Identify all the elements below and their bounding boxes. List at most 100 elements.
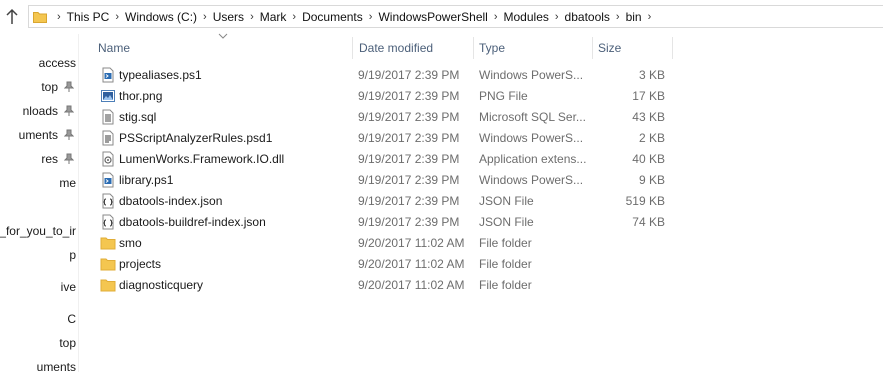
file-row[interactable]: projects 9/20/2017 11:02 AM File folder [96, 254, 676, 275]
nav-item-label: me [59, 176, 76, 190]
nav-item[interactable]: uments [0, 357, 78, 372]
file-size: 9 KB [638, 173, 665, 187]
file-name: projects [119, 257, 162, 271]
column-header-size[interactable]: Size [598, 36, 621, 60]
file-row[interactable]: PSScriptAnalyzerRules.psd1 9/19/2017 2:39… [96, 128, 676, 149]
nav-item[interactable]: uments [0, 125, 60, 145]
file-date-modified: 9/19/2017 2:39 PM [358, 131, 460, 145]
nav-item[interactable]: ive [0, 277, 78, 297]
nav-item[interactable]: top [0, 77, 60, 97]
file-size: 3 KB [638, 68, 665, 82]
breadcrumb-item[interactable]: Modules [504, 10, 549, 24]
file-date-modified: 9/19/2017 2:39 PM [358, 68, 460, 82]
file-date-modified: 9/19/2017 2:39 PM [358, 152, 460, 166]
nav-item-label: nloads [22, 104, 58, 118]
breadcrumb-chevron-icon[interactable]: › [115, 11, 119, 23]
pin-icon[interactable] [64, 81, 74, 93]
file-type: Windows PowerS... [479, 173, 584, 187]
breadcrumb-item[interactable]: Documents [302, 10, 363, 24]
breadcrumb-chevron-icon[interactable]: › [369, 11, 373, 23]
file-name: dbatools-buildref-index.json [119, 215, 266, 229]
breadcrumb-chevron-icon[interactable]: › [250, 11, 254, 23]
nav-item[interactable]: access [0, 53, 78, 73]
sql-file-icon [100, 109, 116, 125]
file-name: diagnosticquery [119, 278, 204, 292]
breadcrumb-chevron-icon[interactable]: › [292, 11, 296, 23]
file-name: typealiases.ps1 [119, 68, 202, 82]
file-type: JSON File [479, 215, 534, 229]
nav-item-label: C [67, 312, 76, 326]
breadcrumb-item[interactable]: WindowsPowerShell [378, 10, 487, 24]
folder-icon [100, 256, 116, 272]
nav-item[interactable]: C [0, 309, 78, 329]
breadcrumb-item[interactable]: Windows (C:) [125, 10, 197, 24]
breadcrumb: › This PC › Windows (C:) › Users › Mark › Documen… [51, 6, 657, 27]
navigation-pane: access top nloads uments res me s_for_you_to_i… [0, 34, 78, 372]
breadcrumb-item[interactable]: Users [213, 10, 244, 24]
file-size: 40 KB [632, 152, 665, 166]
pin-icon[interactable] [64, 105, 74, 117]
sort-chevron-icon [218, 33, 228, 39]
column-header-date[interactable]: Date modified [359, 36, 433, 60]
nav-item-label: access [38, 56, 76, 70]
column-header-type[interactable]: Type [479, 36, 505, 60]
file-row[interactable]: library.ps1 9/19/2017 2:39 PM Windows Powe… [96, 170, 676, 191]
breadcrumb-item[interactable]: dbatools [565, 10, 610, 24]
file-date-modified: 9/20/2017 11:02 AM [358, 257, 465, 271]
nav-item[interactable]: nloads [0, 101, 60, 121]
file-row[interactable]: dbatools-index.json 9/19/2017 2:39 PM JSON… [96, 191, 676, 212]
column-separator[interactable] [352, 37, 353, 59]
file-row[interactable]: smo 9/20/2017 11:02 AM File folder [96, 233, 676, 254]
file-size: 43 KB [632, 110, 665, 124]
file-date-modified: 9/19/2017 2:39 PM [358, 173, 460, 187]
pin-icon[interactable] [64, 129, 74, 141]
nav-pane-divider[interactable] [78, 34, 79, 372]
breadcrumb-chevron-icon[interactable]: › [57, 11, 61, 23]
breadcrumb-chevron-icon[interactable]: › [616, 11, 620, 23]
nav-item-label: s_for_you_to_ir [0, 224, 76, 238]
nav-item-label: uments [18, 128, 58, 142]
nav-item-label: top [41, 80, 58, 94]
file-row[interactable]: thor.png 9/19/2017 2:39 PM PNG File 17 KB [96, 86, 676, 107]
file-row[interactable]: stig.sql 9/19/2017 2:39 PM Microsoft SQL S… [96, 107, 676, 128]
file-name: library.ps1 [119, 173, 174, 187]
powershell-script-icon [100, 172, 116, 188]
column-separator[interactable] [672, 37, 673, 59]
file-row[interactable]: diagnosticquery 9/20/2017 11:02 AM File fo… [96, 275, 676, 296]
file-date-modified: 9/19/2017 2:39 PM [358, 194, 460, 208]
nav-item-label: top [59, 336, 76, 350]
file-type: Windows PowerS... [479, 131, 584, 145]
file-name: thor.png [119, 89, 163, 103]
image-file-icon [100, 88, 116, 104]
breadcrumb-chevron-icon[interactable]: › [648, 11, 652, 23]
file-type: File folder [479, 257, 532, 271]
breadcrumb-item[interactable]: bin [626, 10, 642, 24]
column-separator[interactable] [473, 37, 474, 59]
nav-item[interactable]: s_for_you_to_ir [0, 221, 78, 241]
file-type: JSON File [479, 194, 534, 208]
file-row[interactable]: typealiases.ps1 9/19/2017 2:39 PM Windows … [96, 65, 676, 86]
nav-item[interactable]: top [0, 333, 78, 353]
nav-item-label: ive [60, 280, 76, 294]
powershell-data-icon [100, 130, 116, 146]
breadcrumb-chevron-icon[interactable]: › [494, 11, 498, 23]
nav-item[interactable]: me [0, 173, 78, 193]
pin-icon[interactable] [64, 153, 74, 165]
address-bar: › This PC › Windows (C:) › Users › Mark › Documen… [0, 0, 883, 34]
file-type: Windows PowerS... [479, 68, 584, 82]
nav-item[interactable]: p [0, 245, 78, 265]
breadcrumb-chevron-icon[interactable]: › [555, 11, 559, 23]
column-separator[interactable] [592, 37, 593, 59]
file-row[interactable]: dbatools-buildref-index.json 9/19/2017 2:… [96, 212, 676, 233]
breadcrumb-item[interactable]: Mark [260, 10, 287, 24]
breadcrumb-chevron-icon[interactable]: › [203, 11, 207, 23]
breadcrumb-item[interactable]: This PC [67, 10, 110, 24]
nav-item[interactable]: res [0, 149, 60, 169]
file-date-modified: 9/19/2017 2:39 PM [358, 89, 460, 103]
address-box[interactable]: › This PC › Windows (C:) › Users › Mark › Documen… [28, 5, 883, 28]
file-date-modified: 9/19/2017 2:39 PM [358, 215, 460, 229]
column-header-name[interactable]: Name [98, 36, 130, 60]
json-file-icon [100, 193, 116, 209]
up-arrow-icon[interactable] [4, 7, 20, 27]
file-row[interactable]: LumenWorks.Framework.IO.dll 9/19/2017 2:3… [96, 149, 676, 170]
